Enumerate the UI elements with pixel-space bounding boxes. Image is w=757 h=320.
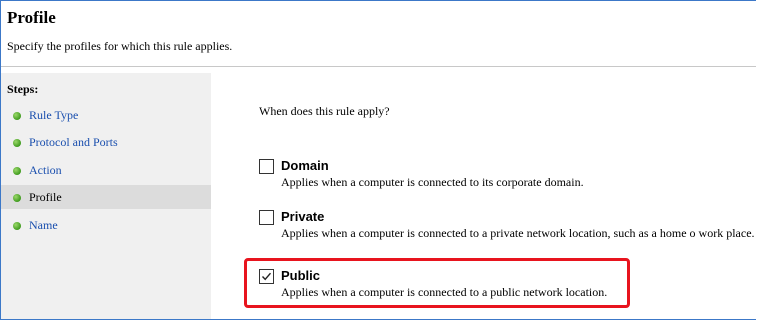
wizard-header: Profile Specify the profiles for which t… xyxy=(1,1,756,67)
private-label[interactable]: Private xyxy=(281,209,324,224)
domain-label[interactable]: Domain xyxy=(281,158,329,173)
question-text: When does this rule apply? xyxy=(259,104,390,118)
step-rule-type[interactable]: Rule Type xyxy=(1,103,211,127)
step-status-icon xyxy=(13,222,21,230)
step-label: Rule Type xyxy=(29,108,79,122)
step-protocol-and-ports[interactable]: Protocol and Ports xyxy=(1,130,211,154)
step-status-icon xyxy=(13,167,21,175)
step-action[interactable]: Action xyxy=(1,158,211,182)
step-name[interactable]: Name xyxy=(1,213,211,237)
domain-checkbox[interactable] xyxy=(259,159,274,174)
step-status-icon xyxy=(13,139,21,147)
steps-heading: Steps: xyxy=(7,82,39,96)
domain-description: Applies when a computer is connected to … xyxy=(281,175,584,189)
private-checkbox[interactable] xyxy=(259,210,274,225)
page-title: Profile xyxy=(7,8,56,27)
private-description: Applies when a computer is connected to … xyxy=(281,226,755,240)
step-label: Profile xyxy=(29,190,62,204)
step-status-icon xyxy=(13,194,21,202)
step-profile[interactable]: Profile xyxy=(1,185,211,209)
step-label: Name xyxy=(29,218,58,232)
step-label: Action xyxy=(29,163,62,177)
step-status-icon xyxy=(13,112,21,120)
page-subtitle: Specify the profiles for which this rule… xyxy=(7,39,233,53)
highlight-box xyxy=(244,258,630,308)
step-label: Protocol and Ports xyxy=(29,135,118,149)
steps-panel: Steps: Rule Type Protocol and Ports Acti… xyxy=(1,73,211,319)
